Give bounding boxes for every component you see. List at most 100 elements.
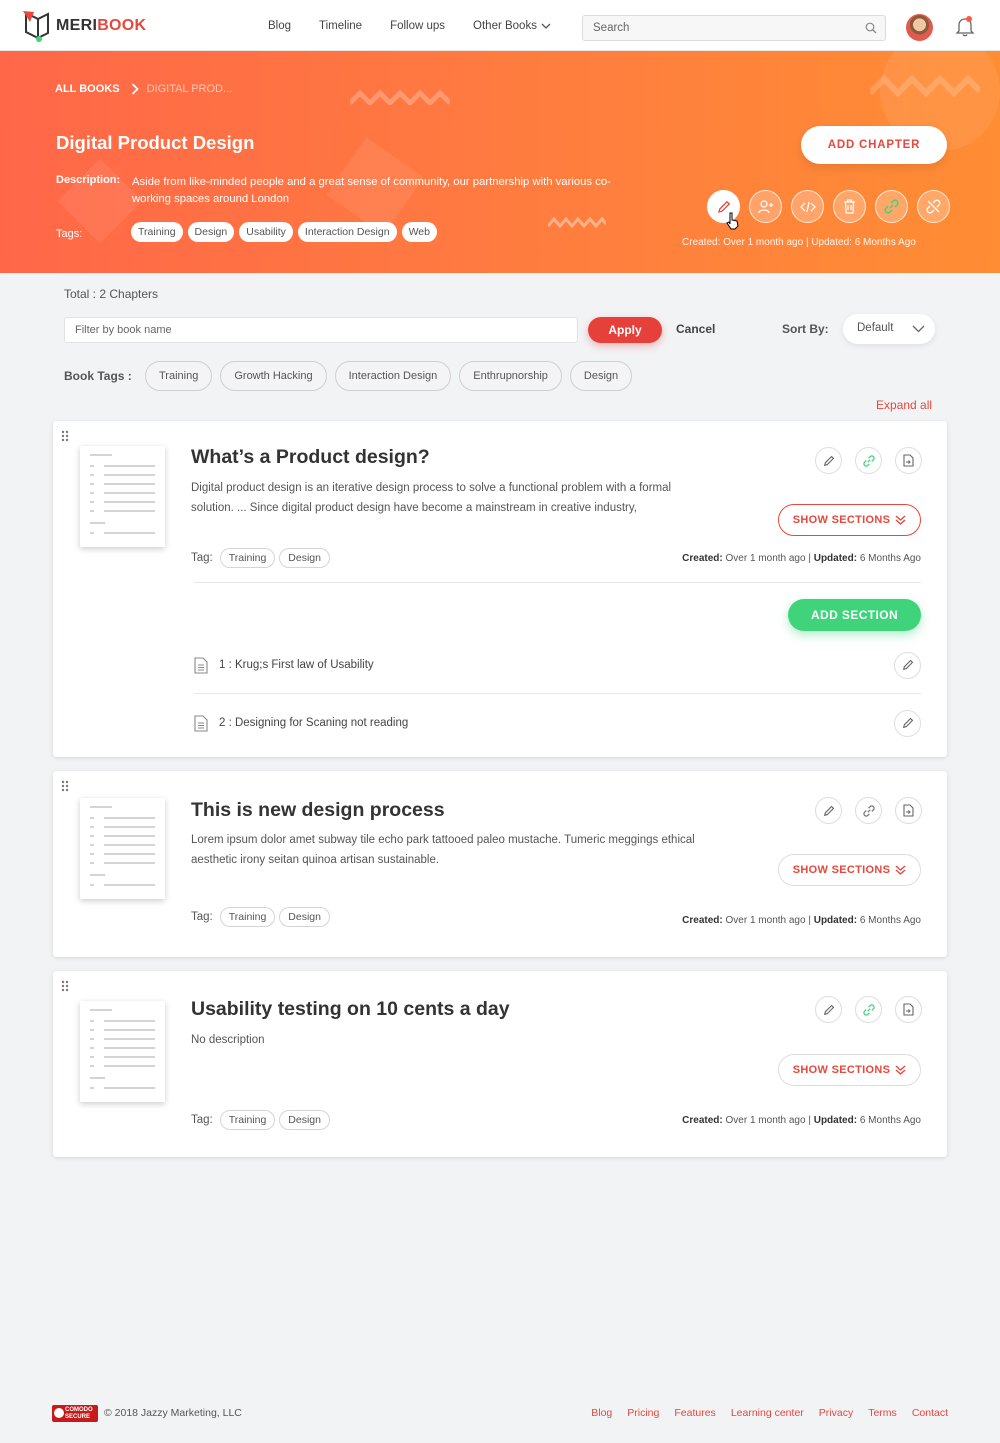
chapter-tag[interactable]: Design <box>279 548 330 568</box>
filter-input[interactable]: Filter by book name <box>64 317 578 343</box>
section-row[interactable]: 2 : Designing for Scaning not reading <box>194 708 921 738</box>
chapter-tag[interactable]: Training <box>219 1110 276 1130</box>
zigzag-decoration <box>870 74 980 97</box>
footer-link-features[interactable]: Features <box>674 1407 715 1419</box>
book-tag[interactable]: Interaction Design <box>297 222 397 242</box>
show-sections-button[interactable]: SHOW SECTIONS <box>778 1054 921 1086</box>
divider <box>194 693 921 694</box>
filter-tag[interactable]: Training <box>145 361 213 391</box>
chapter-tag[interactable]: Training <box>219 907 276 927</box>
chapter-title[interactable]: What’s a Product design? <box>191 446 430 469</box>
search-icon[interactable] <box>865 22 877 34</box>
export-chapter-button[interactable] <box>895 996 922 1023</box>
document-icon <box>194 656 208 674</box>
cursor-hand-icon <box>726 212 739 230</box>
link-icon <box>862 1003 875 1016</box>
unlink-icon <box>926 199 941 214</box>
book-tag[interactable]: Web <box>401 222 437 242</box>
drag-handle-icon[interactable] <box>61 980 69 992</box>
document-lines-graphic <box>90 806 155 886</box>
link-icon <box>862 804 875 817</box>
chevron-down-icon <box>912 325 925 333</box>
footer-link-pricing[interactable]: Pricing <box>627 1407 659 1419</box>
footer: COMODO SECURE © 2018 Jazzy Marketing, LL… <box>0 1400 1000 1430</box>
edit-section-button[interactable] <box>894 709 921 737</box>
chapter-link-button[interactable] <box>855 447 882 474</box>
chapter-title[interactable]: This is new design process <box>191 799 445 822</box>
export-chapter-button[interactable] <box>895 797 922 824</box>
copy-link-button[interactable] <box>875 190 908 223</box>
zigzag-decoration <box>548 216 606 228</box>
main-nav: Blog Timeline Follow ups Other Books <box>268 20 579 32</box>
add-collaborator-button[interactable] <box>749 190 782 223</box>
filter-tag[interactable]: Growth Hacking <box>220 361 327 391</box>
book-actions <box>707 190 959 223</box>
book-tag[interactable]: Design <box>187 222 235 242</box>
edit-chapter-button[interactable] <box>815 447 842 474</box>
add-chapter-button[interactable]: ADD CHAPTER <box>801 126 947 164</box>
secure-badge-line2: SECURE <box>65 1414 91 1420</box>
double-chevron-down-icon <box>895 1065 906 1075</box>
footer-link-blog[interactable]: Blog <box>591 1407 612 1419</box>
unlink-button[interactable] <box>917 190 950 223</box>
nav-timeline[interactable]: Timeline <box>319 20 362 32</box>
updated-label: Updated: <box>813 1115 858 1126</box>
nav-blog[interactable]: Blog <box>268 20 291 32</box>
breadcrumb-all-books[interactable]: ALL BOOKS <box>55 83 120 95</box>
show-sections-button[interactable]: SHOW SECTIONS <box>778 854 921 886</box>
nav-follow-ups[interactable]: Follow ups <box>390 20 445 32</box>
nav-other-books-label: Other Books <box>473 20 537 32</box>
filter-tag[interactable]: Enthrupnorship <box>459 361 562 391</box>
drag-handle-icon[interactable] <box>61 430 69 442</box>
chapter-tag[interactable]: Training <box>219 548 276 568</box>
code-icon <box>799 201 816 212</box>
edit-icon <box>823 805 834 816</box>
export-chapter-button[interactable] <box>895 447 922 474</box>
sort-select[interactable]: Default <box>843 314 935 344</box>
footer-link-learning-center[interactable]: Learning center <box>731 1407 804 1419</box>
tag-label: Tag: <box>191 911 213 923</box>
search-input[interactable]: Search <box>582 15 886 41</box>
delete-book-button[interactable] <box>833 190 866 223</box>
nav-other-books[interactable]: Other Books <box>473 20 551 32</box>
apply-button[interactable]: Apply <box>588 317 662 343</box>
section-title: 1 : Krug;s First law of Usability <box>219 659 374 671</box>
bell-icon[interactable] <box>955 16 975 37</box>
cancel-button[interactable]: Cancel <box>676 322 715 336</box>
book-tag[interactable]: Training <box>131 222 183 242</box>
created-label: Created: <box>682 553 723 564</box>
edit-chapter-button[interactable] <box>815 797 842 824</box>
show-sections-label: SHOW SECTIONS <box>792 514 891 526</box>
chapter-title[interactable]: Usability testing on 10 cents a day <box>191 998 510 1021</box>
chapter-description: Digital product design is an iterative d… <box>191 482 672 514</box>
logo[interactable]: MERIBOOK <box>22 10 146 42</box>
chapter-tag[interactable]: Design <box>279 1110 330 1130</box>
trash-icon <box>844 199 855 214</box>
footer-link-terms[interactable]: Terms <box>868 1407 897 1419</box>
embed-code-button[interactable] <box>791 190 824 223</box>
footer-link-contact[interactable]: Contact <box>912 1407 948 1419</box>
book-tag[interactable]: Usability <box>239 222 293 242</box>
chapter-link-button[interactable] <box>855 797 882 824</box>
avatar[interactable] <box>906 14 933 41</box>
breadcrumb: ALL BOOKS DIGITAL PROD... <box>55 83 232 95</box>
expand-all-link[interactable]: Expand all <box>876 398 932 412</box>
chapter-actions <box>815 996 935 1023</box>
footer-link-privacy[interactable]: Privacy <box>819 1407 853 1419</box>
filter-tag[interactable]: Interaction Design <box>334 361 452 391</box>
secure-badge: COMODO SECURE <box>52 1405 98 1422</box>
add-section-button[interactable]: ADD SECTION <box>788 599 921 631</box>
chapter-timestamps: Created: Over 1 month ago | Updated: 6 M… <box>682 553 921 564</box>
drag-handle-icon[interactable] <box>61 780 69 792</box>
edit-section-button[interactable] <box>894 651 921 679</box>
book-header: ALL BOOKS DIGITAL PROD... Digital Produc… <box>0 51 1000 273</box>
created-value: Over 1 month ago <box>725 1115 806 1126</box>
section-row[interactable]: 1 : Krug;s First law of Usability <box>194 650 921 680</box>
chapter-link-button[interactable] <box>855 996 882 1023</box>
secure-badge-icon <box>54 1408 64 1418</box>
created-value: Over 1 month ago <box>725 553 806 564</box>
filter-tag[interactable]: Design <box>569 361 633 391</box>
show-sections-button[interactable]: SHOW SECTIONS <box>778 504 921 536</box>
chapter-tag[interactable]: Design <box>279 907 330 927</box>
edit-chapter-button[interactable] <box>815 996 842 1023</box>
